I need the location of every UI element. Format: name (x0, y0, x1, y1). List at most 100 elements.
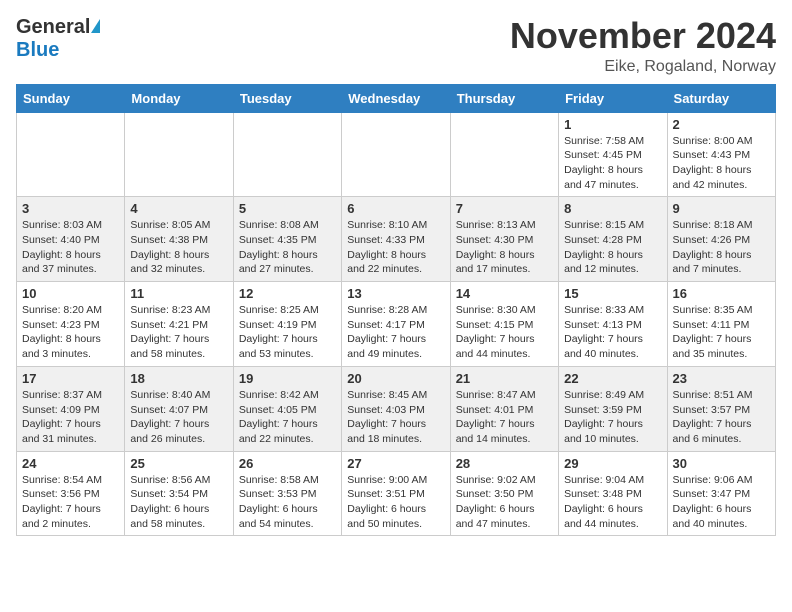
day-number: 14 (456, 286, 553, 301)
calendar-cell: 21 Sunrise: 8:47 AM Sunset: 4:01 PM Dayli… (450, 366, 558, 451)
calendar-cell: 17 Sunrise: 8:37 AM Sunset: 4:09 PM Dayli… (17, 366, 125, 451)
day-info: Sunrise: 9:00 AM Sunset: 3:51 PM Dayligh… (347, 473, 444, 532)
day-info: Sunrise: 8:30 AM Sunset: 4:15 PM Dayligh… (456, 303, 553, 362)
day-number: 8 (564, 201, 661, 216)
day-info: Sunrise: 8:49 AM Sunset: 3:59 PM Dayligh… (564, 388, 661, 447)
calendar-week-5: 24Sunrise: 8:54 AM Sunset: 3:56 PM Dayli… (17, 451, 776, 536)
day-info: Sunrise: 9:06 AM Sunset: 3:47 PM Dayligh… (673, 473, 770, 532)
day-number: 1 (564, 117, 661, 132)
column-header-thursday: Thursday (450, 84, 558, 112)
day-info: Sunrise: 8:00 AM Sunset: 4:43 PM Dayligh… (673, 134, 770, 193)
day-number: 22 (564, 371, 661, 386)
day-info: Sunrise: 8:08 AM Sunset: 4:35 PM Dayligh… (239, 218, 336, 277)
day-number: 25 (130, 456, 227, 471)
day-info: Sunrise: 7:58 AM Sunset: 4:45 PM Dayligh… (564, 134, 661, 193)
calendar-cell: 4Sunrise: 8:05 AM Sunset: 4:38 PM Daylig… (125, 197, 233, 282)
day-info: Sunrise: 8:56 AM Sunset: 3:54 PM Dayligh… (130, 473, 227, 532)
calendar-cell: 28Sunrise: 9:02 AM Sunset: 3:50 PM Dayli… (450, 451, 558, 536)
logo-general-text: General (16, 16, 90, 39)
calendar-cell: 24Sunrise: 8:54 AM Sunset: 3:56 PM Dayli… (17, 451, 125, 536)
day-number: 30 (673, 456, 770, 471)
day-number: 16 (673, 286, 770, 301)
column-header-tuesday: Tuesday (233, 84, 341, 112)
day-number: 15 (564, 286, 661, 301)
day-info: Sunrise: 8:28 AM Sunset: 4:17 PM Dayligh… (347, 303, 444, 362)
calendar-cell: 11 Sunrise: 8:23 AM Sunset: 4:21 PM Dayli… (125, 282, 233, 367)
calendar-cell: 10 Sunrise: 8:20 AM Sunset: 4:23 PM Dayli… (17, 282, 125, 367)
day-number: 2 (673, 117, 770, 132)
day-info: Sunrise: 8:42 AM Sunset: 4:05 PM Dayligh… (239, 388, 336, 447)
calendar-cell (342, 112, 450, 197)
day-number: 12 (239, 286, 336, 301)
day-number: 18 (130, 371, 227, 386)
calendar-cell: 1 Sunrise: 7:58 AM Sunset: 4:45 PM Daylig… (559, 112, 667, 197)
calendar-cell (233, 112, 341, 197)
calendar-cell: 3 Sunrise: 8:03 AM Sunset: 4:40 PM Daylig… (17, 197, 125, 282)
day-info: Sunrise: 8:37 AM Sunset: 4:09 PM Dayligh… (22, 388, 119, 447)
calendar-cell (125, 112, 233, 197)
calendar-cell: 16 Sunrise: 8:35 AM Sunset: 4:11 PM Dayli… (667, 282, 775, 367)
day-info: Sunrise: 8:40 AM Sunset: 4:07 PM Dayligh… (130, 388, 227, 447)
column-header-sunday: Sunday (17, 84, 125, 112)
day-number: 19 (239, 371, 336, 386)
calendar-cell: 12 Sunrise: 8:25 AM Sunset: 4:19 PM Dayli… (233, 282, 341, 367)
day-info: Sunrise: 8:51 AM Sunset: 3:57 PM Dayligh… (673, 388, 770, 447)
column-header-friday: Friday (559, 84, 667, 112)
logo-blue-text: Blue (16, 39, 59, 62)
calendar-cell: 15 Sunrise: 8:33 AM Sunset: 4:13 PM Dayli… (559, 282, 667, 367)
page-header: General Blue November 2024 Eike, Rogalan… (16, 16, 776, 76)
calendar-cell (17, 112, 125, 197)
calendar-cell: 19 Sunrise: 8:42 AM Sunset: 4:05 PM Dayli… (233, 366, 341, 451)
calendar-cell: 7Sunrise: 8:13 AM Sunset: 4:30 PM Daylig… (450, 197, 558, 282)
day-number: 21 (456, 371, 553, 386)
day-number: 17 (22, 371, 119, 386)
day-number: 27 (347, 456, 444, 471)
logo-triangle-icon (91, 19, 100, 33)
day-info: Sunrise: 8:33 AM Sunset: 4:13 PM Dayligh… (564, 303, 661, 362)
calendar-cell (450, 112, 558, 197)
calendar-week-3: 10 Sunrise: 8:20 AM Sunset: 4:23 PM Dayli… (17, 282, 776, 367)
day-info: Sunrise: 8:54 AM Sunset: 3:56 PM Dayligh… (22, 473, 119, 532)
calendar-cell: 14 Sunrise: 8:30 AM Sunset: 4:15 PM Dayli… (450, 282, 558, 367)
calendar-cell: 18 Sunrise: 8:40 AM Sunset: 4:07 PM Dayli… (125, 366, 233, 451)
column-header-wednesday: Wednesday (342, 84, 450, 112)
day-info: Sunrise: 8:45 AM Sunset: 4:03 PM Dayligh… (347, 388, 444, 447)
day-info: Sunrise: 8:20 AM Sunset: 4:23 PM Dayligh… (22, 303, 119, 362)
logo: General Blue (16, 16, 100, 62)
day-number: 7 (456, 201, 553, 216)
day-info: Sunrise: 8:05 AM Sunset: 4:38 PM Dayligh… (130, 218, 227, 277)
column-header-saturday: Saturday (667, 84, 775, 112)
day-number: 23 (673, 371, 770, 386)
day-info: Sunrise: 8:47 AM Sunset: 4:01 PM Dayligh… (456, 388, 553, 447)
column-header-monday: Monday (125, 84, 233, 112)
day-info: Sunrise: 8:18 AM Sunset: 4:26 PM Dayligh… (673, 218, 770, 277)
calendar-cell: 22 Sunrise: 8:49 AM Sunset: 3:59 PM Dayli… (559, 366, 667, 451)
day-number: 3 (22, 201, 119, 216)
calendar-cell: 23 Sunrise: 8:51 AM Sunset: 3:57 PM Dayli… (667, 366, 775, 451)
day-info: Sunrise: 9:04 AM Sunset: 3:48 PM Dayligh… (564, 473, 661, 532)
day-info: Sunrise: 8:10 AM Sunset: 4:33 PM Dayligh… (347, 218, 444, 277)
calendar-cell: 30 Sunrise: 9:06 AM Sunset: 3:47 PM Dayli… (667, 451, 775, 536)
calendar-cell: 9Sunrise: 8:18 AM Sunset: 4:26 PM Daylig… (667, 197, 775, 282)
day-number: 6 (347, 201, 444, 216)
month-title: November 2024 (510, 16, 776, 56)
calendar-week-1: 1 Sunrise: 7:58 AM Sunset: 4:45 PM Daylig… (17, 112, 776, 197)
location-text: Eike, Rogaland, Norway (510, 58, 776, 76)
day-info: Sunrise: 8:03 AM Sunset: 4:40 PM Dayligh… (22, 218, 119, 277)
day-number: 10 (22, 286, 119, 301)
day-info: Sunrise: 8:23 AM Sunset: 4:21 PM Dayligh… (130, 303, 227, 362)
day-number: 13 (347, 286, 444, 301)
day-info: Sunrise: 8:25 AM Sunset: 4:19 PM Dayligh… (239, 303, 336, 362)
calendar-cell: 8 Sunrise: 8:15 AM Sunset: 4:28 PM Daylig… (559, 197, 667, 282)
day-number: 29 (564, 456, 661, 471)
day-info: Sunrise: 8:35 AM Sunset: 4:11 PM Dayligh… (673, 303, 770, 362)
calendar-cell: 25 Sunrise: 8:56 AM Sunset: 3:54 PM Dayli… (125, 451, 233, 536)
day-number: 28 (456, 456, 553, 471)
calendar-cell: 5Sunrise: 8:08 AM Sunset: 4:35 PM Daylig… (233, 197, 341, 282)
calendar-cell: 20Sunrise: 8:45 AM Sunset: 4:03 PM Dayli… (342, 366, 450, 451)
calendar-cell: 6 Sunrise: 8:10 AM Sunset: 4:33 PM Daylig… (342, 197, 450, 282)
calendar-week-2: 3 Sunrise: 8:03 AM Sunset: 4:40 PM Daylig… (17, 197, 776, 282)
day-number: 11 (130, 286, 227, 301)
calendar-cell: 27 Sunrise: 9:00 AM Sunset: 3:51 PM Dayli… (342, 451, 450, 536)
day-info: Sunrise: 8:15 AM Sunset: 4:28 PM Dayligh… (564, 218, 661, 277)
